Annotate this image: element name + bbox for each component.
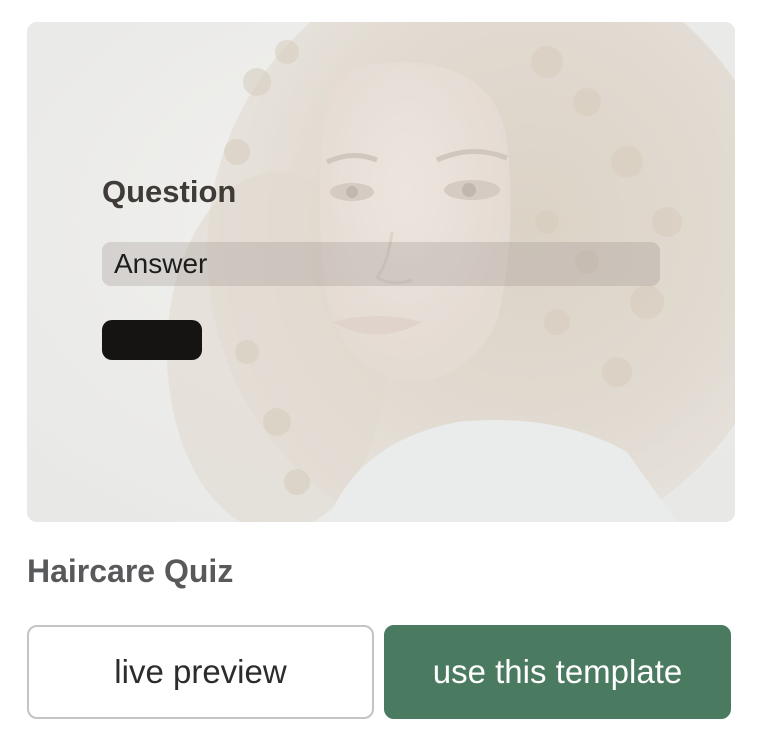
submit-button[interactable] [102,320,202,360]
use-template-label: use this template [432,653,683,690]
template-title: Haircare Quiz [27,553,234,589]
answer-text: Answer [114,248,208,279]
question-label: Question [102,174,237,209]
answer-field[interactable]: Answer [102,242,660,286]
template-preview-card[interactable]: Question Answer [27,22,735,522]
live-preview-button[interactable]: live preview [27,625,374,719]
use-template-button[interactable]: use this template [384,625,731,719]
live-preview-label: live preview [114,653,287,690]
